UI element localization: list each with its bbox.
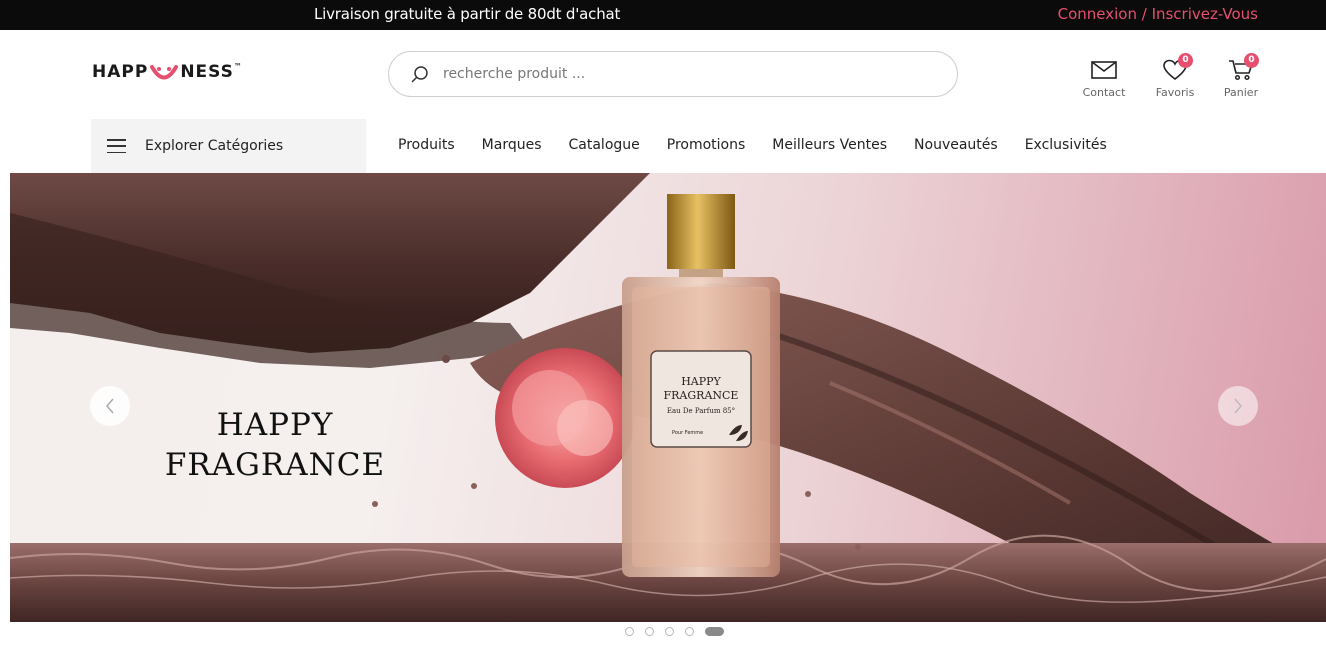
search-icon[interactable] [411,65,429,83]
nav-item-produits[interactable]: Produits [398,137,455,153]
chevron-left-icon [106,398,114,414]
contact-label: Contact [1082,86,1126,99]
nav-item-marques[interactable]: Marques [482,137,542,153]
cart-count-badge: 0 [1244,53,1259,68]
hamburger-menu-icon [107,139,126,153]
logo-text-right: NESS [180,62,234,82]
register-link[interactable]: Inscrivez-Vous [1152,5,1258,23]
slider-pagination [625,627,724,636]
bottle-label-line4: Pour Femme [672,430,703,436]
mail-icon [1089,56,1119,84]
bottle-label-line2: FRAGRANCE [664,389,739,402]
slider-dot[interactable] [685,627,694,636]
slider-dot[interactable] [705,627,724,636]
auth-separator: / [1136,5,1152,23]
top-bar: Livraison gratuite à partir de 80dt d'ac… [0,0,1326,30]
search-input[interactable] [443,66,923,82]
slider-next-button[interactable] [1218,386,1258,426]
free-shipping-banner: Livraison gratuite à partir de 80dt d'ac… [314,5,621,23]
slider-dot[interactable] [625,627,634,636]
favorites-button[interactable]: 0 Favoris [1145,53,1205,99]
site-logo[interactable]: HAPP NESS ™ [92,58,243,86]
nav-item-meilleurs-ventes[interactable]: Meilleurs Ventes [772,137,887,153]
slider-dot[interactable] [665,627,674,636]
bottle-label-line3: Eau De Parfum 85° [667,407,735,415]
hero-background-image: HAPPY FRAGRANCE Eau De Parfum 85° Pour F… [10,173,1326,622]
logo-text-left: HAPP [92,62,149,82]
cart-icon: 0 [1226,53,1259,84]
hero-title-line2: FRAGRANCE [164,447,386,483]
favorites-count-badge: 0 [1178,53,1193,68]
explore-categories-button[interactable]: Explorer Catégories [91,119,366,173]
nav-item-nouveautes[interactable]: Nouveautés [914,137,998,153]
explore-categories-label: Explorer Catégories [145,138,284,154]
main-nav: Produits Marques Catalogue Promotions Me… [398,137,1134,153]
cart-label: Panier [1223,86,1259,99]
auth-links: Connexion / Inscrivez-Vous [1058,5,1258,23]
favorites-label: Favoris [1155,86,1195,99]
hero-title-line1: HAPPY [216,407,334,443]
smile-logo-icon [149,60,179,84]
nav-item-promotions[interactable]: Promotions [667,137,746,153]
slider-dot[interactable] [645,627,654,636]
hero-slider: HAPPY FRAGRANCE Eau De Parfum 85° Pour F… [10,173,1326,622]
cart-button[interactable]: 0 Panier [1211,53,1271,99]
contact-button[interactable]: Contact [1074,56,1134,99]
search-bar[interactable] [388,51,958,97]
bottle-label-line1: HAPPY [681,375,721,388]
nav-item-catalogue[interactable]: Catalogue [569,137,640,153]
nav-item-exclusivites[interactable]: Exclusivités [1025,137,1107,153]
trademark: ™ [233,61,243,71]
slider-prev-button[interactable] [90,386,130,426]
chevron-right-icon [1234,398,1242,414]
hero-title: HAPPY FRAGRANCE [155,405,395,485]
heart-icon: 0 [1160,53,1193,84]
login-link[interactable]: Connexion [1058,5,1137,23]
